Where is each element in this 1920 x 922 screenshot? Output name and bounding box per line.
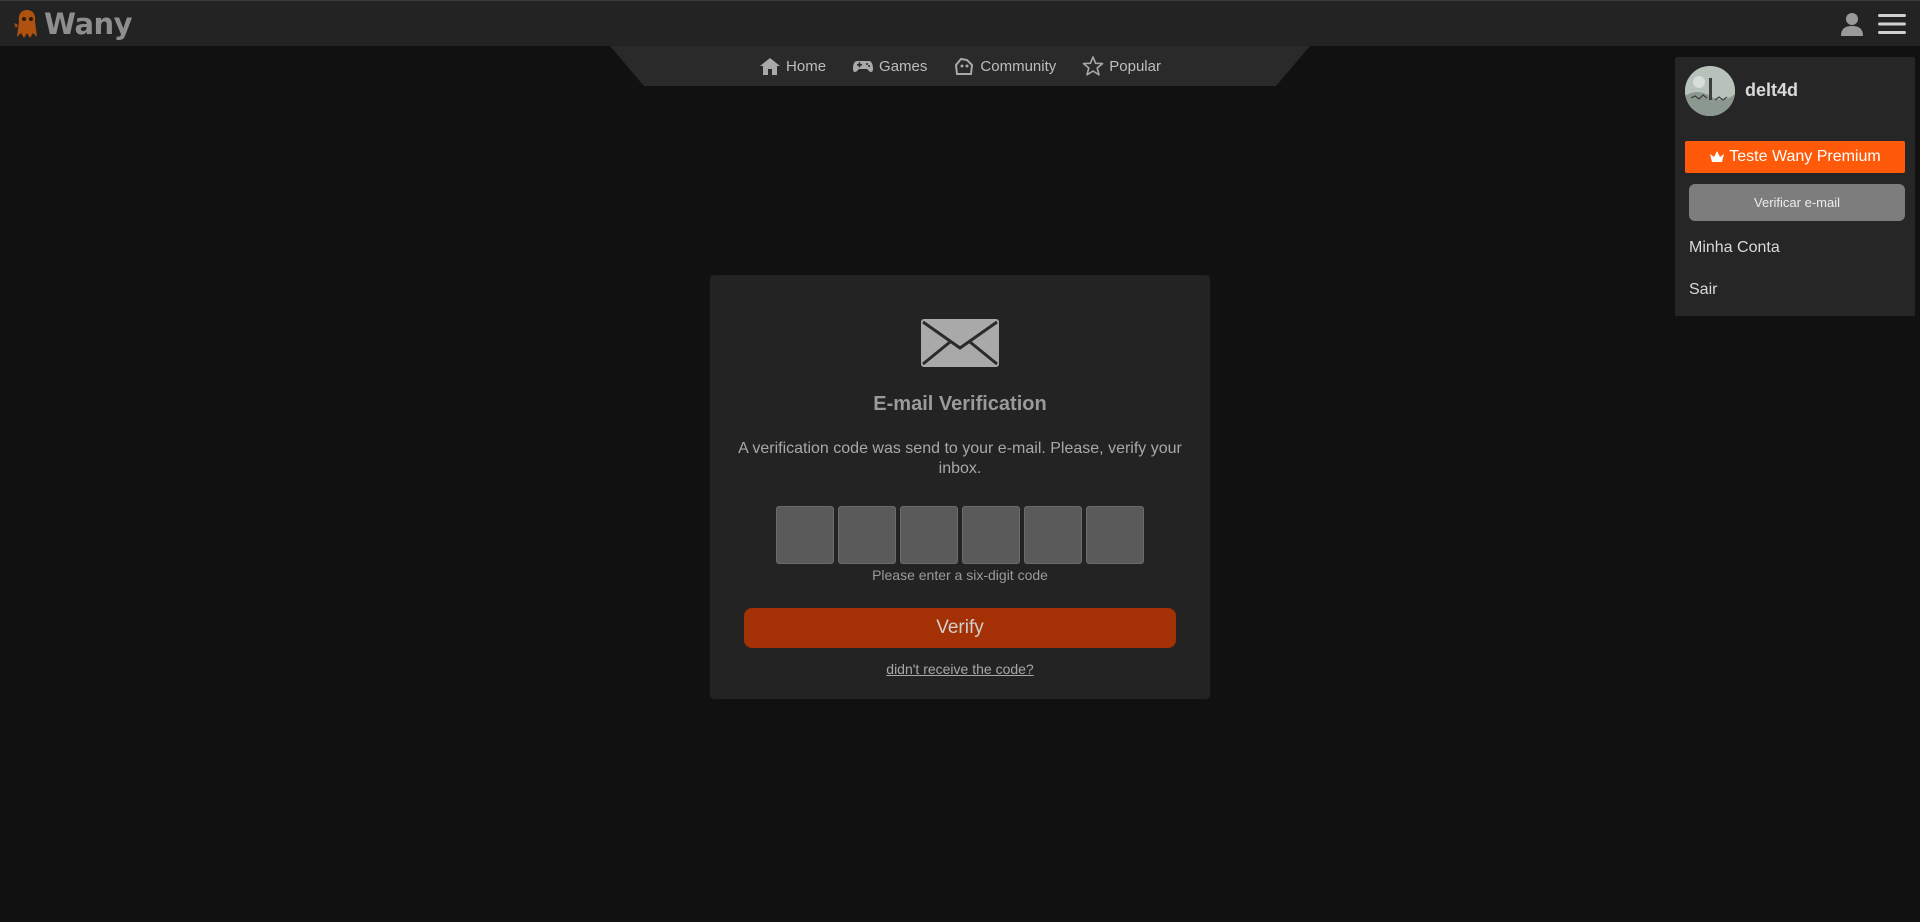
code-hint: Please enter a six-digit code xyxy=(872,567,1048,583)
code-digit-input[interactable] xyxy=(962,506,1020,564)
main-nav: Home Games Community Popular xyxy=(610,46,1310,86)
premium-button[interactable]: Teste Wany Premium xyxy=(1685,141,1905,173)
code-digit-input[interactable] xyxy=(776,506,834,564)
premium-button-label: Teste Wany Premium xyxy=(1729,148,1881,165)
gamepad-icon xyxy=(853,61,874,73)
email-verification-card: E-mail Verification A verification code … xyxy=(710,275,1210,699)
logo[interactable]: Wany xyxy=(12,7,133,41)
code-digit-input[interactable] xyxy=(900,506,958,564)
username: delt4d xyxy=(1745,80,1799,100)
envelope-icon xyxy=(921,319,999,367)
top-header: Wany xyxy=(0,0,1920,46)
logo-mascot-icon xyxy=(14,10,37,38)
card-title: E-mail Verification xyxy=(873,393,1047,415)
home-icon xyxy=(760,58,781,75)
my-account-link[interactable]: Minha Conta xyxy=(1689,239,1780,257)
nav-item-label: Popular xyxy=(1109,57,1161,75)
nav-item-label: Home xyxy=(786,57,827,75)
avatar[interactable] xyxy=(1685,66,1735,116)
logout-link[interactable]: Sair xyxy=(1689,281,1717,299)
resend-code-link[interactable]: didn't receive the code? xyxy=(710,661,1210,677)
hamburger-menu-icon[interactable] xyxy=(1876,10,1908,38)
code-digit-input[interactable] xyxy=(838,506,896,564)
nav-item-label: Community xyxy=(980,57,1057,75)
verify-button[interactable]: Verify xyxy=(744,608,1176,648)
verify-email-button[interactable]: Verificar e-mail xyxy=(1689,184,1905,221)
logo-text: Wany xyxy=(44,7,133,41)
code-input-group xyxy=(776,506,1144,564)
nav-item-popular[interactable]: Popular xyxy=(1082,56,1161,76)
card-description: A verification code was send to your e-m… xyxy=(738,440,1182,477)
code-digit-input[interactable] xyxy=(1086,506,1144,564)
user-icon[interactable] xyxy=(1838,10,1866,38)
user-dropdown-menu: delt4d Teste Wany Premium Verificar e-ma… xyxy=(1675,57,1915,316)
nav-item-community[interactable]: Community xyxy=(953,56,1056,76)
code-digit-input[interactable] xyxy=(1024,506,1082,564)
nav-item-games[interactable]: Games xyxy=(852,56,927,76)
community-icon xyxy=(955,57,974,75)
nav-item-label: Games xyxy=(879,57,928,75)
star-icon xyxy=(1082,56,1104,76)
crown-icon xyxy=(1710,151,1725,162)
avatar-image xyxy=(1685,66,1735,116)
nav-item-home[interactable]: Home xyxy=(759,56,826,76)
